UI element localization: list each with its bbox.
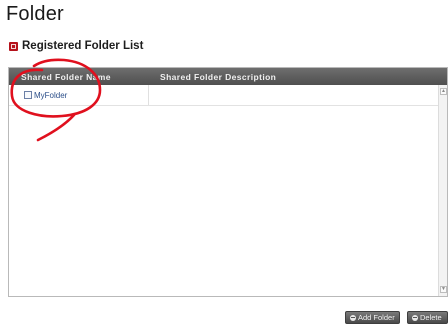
section-marker-icon bbox=[9, 41, 18, 51]
delete-label: Delete bbox=[420, 313, 442, 322]
folder-name[interactable]: MyFolder bbox=[34, 91, 67, 100]
scroll-up-arrow-icon[interactable]: ▲ bbox=[440, 88, 447, 95]
vertical-scrollbar[interactable]: ▲ ▼ bbox=[438, 85, 447, 296]
folder-list: Shared Folder Name Shared Folder Descrip… bbox=[8, 67, 448, 297]
minus-icon bbox=[412, 314, 418, 321]
folder-name-cell[interactable]: MyFolder bbox=[9, 85, 149, 105]
table-row[interactable]: MyFolder bbox=[9, 85, 447, 106]
column-header-description[interactable]: Shared Folder Description bbox=[149, 72, 447, 82]
folder-checkbox[interactable] bbox=[24, 91, 32, 99]
add-folder-button[interactable]: Add Folder bbox=[345, 311, 400, 324]
page-title: Folder bbox=[6, 3, 64, 25]
scroll-down-arrow-icon[interactable]: ▼ bbox=[440, 286, 447, 293]
plus-icon bbox=[350, 314, 356, 321]
folder-description-cell bbox=[149, 85, 447, 105]
section-title: Registered Folder List bbox=[22, 40, 144, 52]
list-header: Shared Folder Name Shared Folder Descrip… bbox=[9, 68, 447, 85]
add-folder-label: Add Folder bbox=[358, 313, 395, 322]
delete-button[interactable]: Delete bbox=[407, 311, 448, 324]
section-heading: Registered Folder List bbox=[9, 38, 143, 54]
column-header-name[interactable]: Shared Folder Name bbox=[9, 72, 149, 82]
